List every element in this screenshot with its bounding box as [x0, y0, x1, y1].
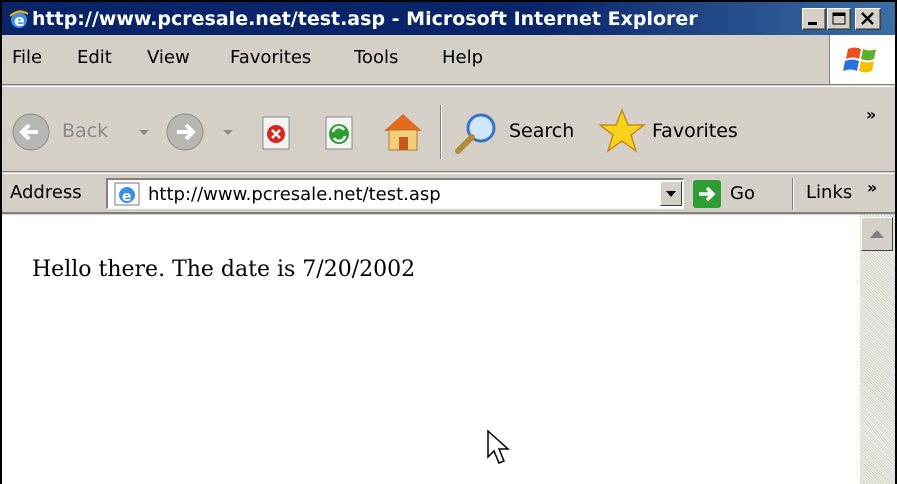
menu-favorites[interactable]: Favorites [230, 47, 311, 68]
address-label: Address [10, 182, 82, 203]
page-text: Hello there. The date is 7/20/2002 [32, 257, 416, 282]
favorites-star-icon [597, 107, 647, 153]
browser-window: e http://www.pcresale.net/test.asp - Mic… [0, 0, 897, 484]
search-button[interactable]: Search [452, 105, 584, 159]
page-content: Hello there. The date is 7/20/2002 [2, 215, 860, 484]
home-icon [384, 114, 422, 151]
menu-file[interactable]: File [12, 47, 42, 68]
refresh-button[interactable] [320, 113, 360, 153]
menu-help[interactable]: Help [442, 47, 483, 68]
address-url: http://www.pcresale.net/test.asp [148, 184, 441, 205]
back-label: Back [62, 120, 109, 142]
windows-flag-icon [843, 47, 876, 73]
go-button[interactable]: Go [692, 178, 772, 210]
throbber [829, 35, 895, 84]
menu-tools[interactable]: Tools [354, 47, 398, 68]
links-separator [792, 178, 794, 210]
links-label[interactable]: Links [806, 182, 852, 203]
svg-text:e: e [122, 189, 132, 205]
title-bar[interactable]: e http://www.pcresale.net/test.asp - Mic… [2, 2, 895, 35]
stop-button[interactable] [257, 113, 297, 153]
back-arrow-icon [12, 113, 50, 151]
mouse-cursor-icon [487, 429, 510, 464]
close-icon [861, 12, 874, 25]
go-label: Go [730, 183, 755, 204]
forward-arrow-icon [166, 113, 204, 151]
stop-icon [262, 116, 290, 150]
toolbar-overflow-chevron[interactable]: » [866, 105, 876, 124]
go-arrow-icon [693, 180, 721, 208]
maximize-button[interactable] [827, 8, 851, 30]
minimize-button[interactable] [802, 8, 826, 30]
address-dropdown-button[interactable] [660, 181, 682, 206]
scroll-up-button[interactable] [861, 217, 893, 251]
standard-toolbar: Back Search Favorites » [2, 86, 895, 172]
page-ie-icon: e [114, 182, 140, 206]
maximize-icon [832, 12, 846, 25]
svg-text:e: e [14, 11, 25, 30]
forward-dropdown-icon [223, 130, 233, 135]
address-input[interactable]: e http://www.pcresale.net/test.asp [106, 178, 684, 209]
minimize-icon [808, 22, 817, 25]
toolbar-separator [440, 105, 442, 159]
window-title: http://www.pcresale.net/test.asp - Micro… [32, 8, 698, 30]
search-icon [455, 113, 496, 154]
favorites-button[interactable]: Favorites [596, 105, 756, 159]
address-bar: Address e http://www.pcresale.net/test.a… [2, 173, 895, 214]
scroll-up-arrow-icon [870, 230, 884, 238]
favorites-label: Favorites [652, 120, 738, 142]
search-label: Search [509, 120, 575, 142]
ie-logo-icon: e [9, 10, 29, 30]
menu-view[interactable]: View [147, 47, 190, 68]
menu-bar: File Edit View Favorites Tools Help [2, 35, 895, 85]
dropdown-arrow-icon [666, 191, 676, 197]
refresh-icon [325, 116, 353, 150]
close-button[interactable] [855, 8, 881, 30]
vertical-scrollbar[interactable] [860, 215, 895, 484]
back-button[interactable]: Back [10, 99, 158, 159]
menu-edit[interactable]: Edit [77, 47, 112, 68]
forward-button[interactable] [164, 99, 244, 159]
home-button[interactable] [378, 109, 428, 155]
back-dropdown-icon [139, 130, 149, 135]
links-overflow-chevron[interactable]: » [867, 178, 877, 197]
